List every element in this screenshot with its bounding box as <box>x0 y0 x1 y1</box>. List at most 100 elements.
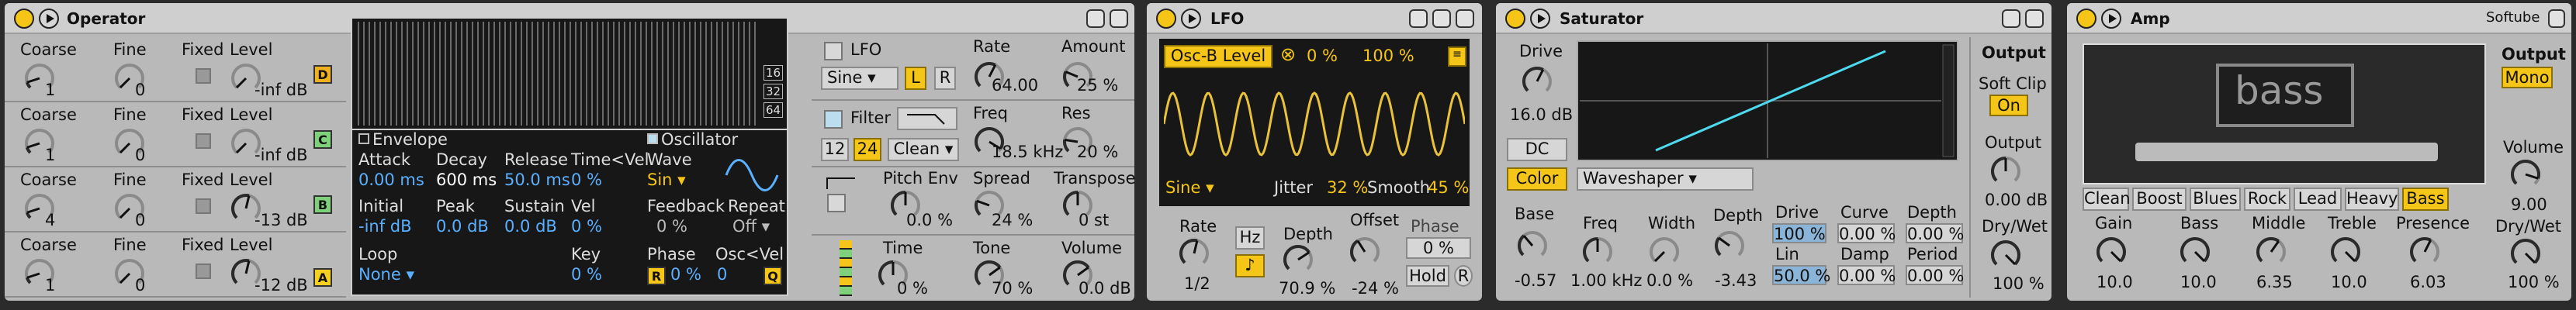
amp-type-boost-button[interactable]: Boost <box>2132 188 2186 211</box>
amp-type-lead-button[interactable]: Lead <box>2294 188 2342 211</box>
jitter-value[interactable]: 32 % <box>1327 178 1368 197</box>
rate-hz-button[interactable]: Hz <box>1235 226 1265 250</box>
lfo-save-preset-icon[interactable] <box>1432 9 1451 28</box>
bass-value[interactable]: 10.0 <box>2180 273 2217 291</box>
lfo-dev-rate-value[interactable]: 1/2 <box>1184 274 1210 293</box>
bass-knob[interactable] <box>2179 236 2211 268</box>
amp-dry-wet-value[interactable]: 100 % <box>2508 273 2560 291</box>
time-vel-value[interactable]: 0 % <box>571 170 602 189</box>
feedback-value[interactable]: 0 % <box>656 217 687 236</box>
phase-value[interactable]: 0 % <box>670 265 701 284</box>
color-button[interactable]: Color <box>1507 167 1567 191</box>
decay-value[interactable]: 600 ms <box>436 170 497 189</box>
loop-dropdown[interactable]: None <box>358 265 414 284</box>
lfo-amount-value[interactable]: 25 % <box>1077 76 1118 95</box>
lfo-map-target-button[interactable]: Osc-B Level <box>1164 45 1272 68</box>
operator-power-button[interactable] <box>14 9 34 29</box>
ruler-32[interactable]: 32 <box>763 84 784 99</box>
drive-value[interactable]: 16.0 dB <box>1510 105 1573 124</box>
fixed-checkbox[interactable] <box>196 198 211 214</box>
amp-hot-swap-icon[interactable] <box>2548 9 2565 28</box>
ruler-16[interactable]: 16 <box>763 65 784 81</box>
mono-button[interactable]: Mono <box>2502 67 2553 88</box>
saturator-type-dropdown[interactable]: Waveshaper <box>1577 167 1754 191</box>
sat-freq-value[interactable]: 1.00 kHz <box>1570 271 1642 290</box>
hold-button[interactable]: Hold <box>1406 265 1449 287</box>
fine-value[interactable]: 0 <box>135 146 145 164</box>
vel-value[interactable]: 0 % <box>571 217 602 236</box>
sat-dry-wet-knob[interactable] <box>1989 239 2022 271</box>
lfo-enable-checkbox[interactable] <box>824 42 843 60</box>
filter-type-dropdown[interactable] <box>897 107 957 130</box>
ws-depth-value[interactable]: 0.00 % <box>1906 223 1964 243</box>
osc-vel-quantize-button[interactable]: Q <box>763 267 782 285</box>
treble-knob[interactable] <box>2329 236 2362 268</box>
envelope-toggle[interactable] <box>358 133 369 144</box>
tone-value[interactable]: 70 % <box>992 279 1033 298</box>
coarse-value[interactable]: 1 <box>45 146 55 164</box>
sat-depth-knob[interactable] <box>1713 229 1746 262</box>
gain-knob[interactable] <box>2095 236 2128 268</box>
wave-dropdown[interactable]: Sin <box>647 170 686 189</box>
oscillator-toggle[interactable] <box>647 133 658 144</box>
pitch-env-value[interactable]: 0.0 % <box>906 211 953 229</box>
lfo-map-list-icon[interactable]: ≡ <box>1448 46 1466 67</box>
saturator-hot-swap-icon[interactable] <box>2025 9 2044 28</box>
ws-lin-value[interactable]: 50.0 % <box>1772 265 1830 285</box>
lfo-wave-dropdown[interactable]: Sine <box>1165 178 1214 197</box>
envelope-graph[interactable]: 16 32 64 <box>352 19 787 129</box>
amp-type-clean-button[interactable]: Clean <box>2083 188 2131 211</box>
sat-output-value[interactable]: 0.00 dB <box>1985 191 2048 209</box>
fixed-checkbox[interactable] <box>196 264 211 279</box>
lfo-r-button[interactable]: R <box>934 67 956 90</box>
level-value[interactable]: -12 dB <box>254 276 308 294</box>
repeat-dropdown[interactable]: Off <box>732 217 770 236</box>
presence-value[interactable]: 6.03 <box>2410 273 2446 291</box>
offset-value[interactable]: -24 % <box>1352 279 1399 298</box>
lfo-unmap-icon[interactable]: ⊗ <box>1280 43 1296 65</box>
dc-button[interactable]: DC <box>1507 138 1567 161</box>
lfo-power-button[interactable] <box>1156 9 1176 29</box>
depth-value[interactable]: 70.9 % <box>1279 279 1335 298</box>
base-value[interactable]: -0.57 <box>1515 271 1556 290</box>
time-value[interactable]: 0 % <box>897 279 928 298</box>
width-knob[interactable] <box>1648 236 1681 268</box>
level-value[interactable]: -13 dB <box>254 211 308 229</box>
lfo-dev-rate-knob[interactable] <box>1178 237 1210 270</box>
operator-select-tag[interactable]: C <box>313 130 332 149</box>
operator-select-tag[interactable]: D <box>313 65 332 84</box>
treble-value[interactable]: 10.0 <box>2331 273 2367 291</box>
filter-slope-12-button[interactable]: 12 <box>821 138 849 161</box>
lfo-map-max-value[interactable]: 100 % <box>1362 46 1414 65</box>
lfo-l-button[interactable]: L <box>905 67 926 90</box>
depth-knob[interactable] <box>1282 243 1314 276</box>
initial-value[interactable]: -inf dB <box>358 217 412 236</box>
phase-retrigger-button[interactable]: R <box>647 267 666 285</box>
attack-value[interactable]: 0.00 ms <box>358 170 424 189</box>
sustain-value[interactable]: 0.0 dB <box>504 217 557 236</box>
fine-value[interactable]: 0 <box>135 276 145 294</box>
level-value[interactable]: -inf dB <box>254 146 308 164</box>
operator-save-preset-icon[interactable] <box>1086 9 1105 28</box>
saturator-fold-button[interactable] <box>1530 9 1550 29</box>
coarse-value[interactable]: 1 <box>45 81 55 99</box>
operator-hot-swap-icon[interactable] <box>1110 9 1128 28</box>
operator-algorithm-icon[interactable] <box>840 240 852 296</box>
middle-knob[interactable] <box>2255 236 2287 268</box>
pitch-env-enable-checkbox[interactable] <box>827 194 846 212</box>
saturator-save-preset-icon[interactable] <box>2002 9 2020 28</box>
ws-curve-value[interactable]: 0.00 % <box>1837 223 1896 243</box>
ws-drive-value[interactable]: 100 % <box>1772 223 1826 243</box>
soft-clip-button[interactable]: On <box>1989 95 2028 116</box>
filter-freq-value[interactable]: 18.5 kHz <box>992 143 1063 161</box>
filter-mode-dropdown[interactable]: Clean <box>888 138 959 161</box>
gain-value[interactable]: 10.0 <box>2096 273 2133 291</box>
lfo-rate-value[interactable]: 64.00 <box>992 76 1038 95</box>
amp-fold-button[interactable] <box>2101 9 2121 29</box>
amp-volume-value[interactable]: 9.00 <box>2511 195 2547 214</box>
filter-enable-checkbox[interactable] <box>824 110 843 129</box>
ruler-64[interactable]: 64 <box>763 102 784 118</box>
amp-volume-knob[interactable] <box>2509 158 2542 191</box>
volume-value[interactable]: 0.0 dB <box>1079 279 1131 298</box>
ws-period-value[interactable]: 0.00 % <box>1906 265 1964 285</box>
